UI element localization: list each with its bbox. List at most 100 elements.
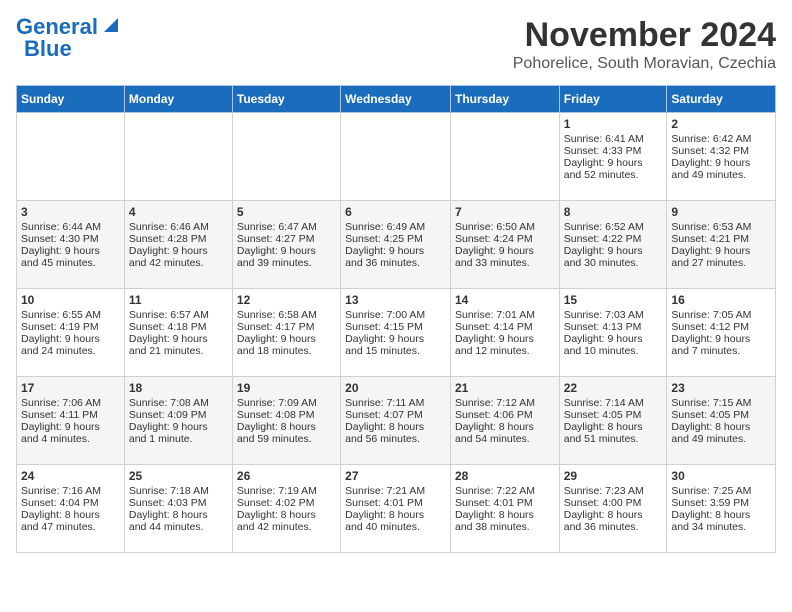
calendar-cell: 26Sunrise: 7:19 AMSunset: 4:02 PMDayligh…	[232, 465, 340, 553]
day-info: Sunrise: 7:08 AM	[129, 397, 228, 409]
calendar-body: 1Sunrise: 6:41 AMSunset: 4:33 PMDaylight…	[17, 113, 776, 553]
day-info: Sunrise: 7:06 AM	[21, 397, 120, 409]
day-number: 16	[671, 293, 771, 307]
calendar-cell: 20Sunrise: 7:11 AMSunset: 4:07 PMDayligh…	[341, 377, 451, 465]
day-info: and 30 minutes.	[564, 257, 663, 269]
day-info: Sunrise: 7:18 AM	[129, 485, 228, 497]
day-number: 14	[455, 293, 555, 307]
calendar-cell: 11Sunrise: 6:57 AMSunset: 4:18 PMDayligh…	[124, 289, 232, 377]
calendar-cell: 27Sunrise: 7:21 AMSunset: 4:01 PMDayligh…	[341, 465, 451, 553]
calendar-cell: 5Sunrise: 6:47 AMSunset: 4:27 PMDaylight…	[232, 201, 340, 289]
day-info: Daylight: 9 hours	[237, 333, 336, 345]
day-info: Sunset: 4:01 PM	[345, 497, 446, 509]
day-info: Daylight: 9 hours	[237, 245, 336, 257]
day-info: Sunrise: 6:55 AM	[21, 309, 120, 321]
day-info: Sunset: 4:21 PM	[671, 233, 771, 245]
day-number: 30	[671, 469, 771, 483]
day-info: Daylight: 9 hours	[564, 245, 663, 257]
day-info: and 15 minutes.	[345, 345, 446, 357]
day-info: and 40 minutes.	[345, 521, 446, 533]
day-info: and 12 minutes.	[455, 345, 555, 357]
day-info: Sunrise: 6:46 AM	[129, 221, 228, 233]
day-info: and 4 minutes.	[21, 433, 120, 445]
day-number: 1	[564, 117, 663, 131]
day-info: Daylight: 8 hours	[345, 509, 446, 521]
day-info: and 38 minutes.	[455, 521, 555, 533]
calendar-cell: 23Sunrise: 7:15 AMSunset: 4:05 PMDayligh…	[667, 377, 776, 465]
day-info: Daylight: 8 hours	[129, 509, 228, 521]
day-info: Daylight: 9 hours	[564, 333, 663, 345]
day-info: Sunset: 4:06 PM	[455, 409, 555, 421]
calendar-cell: 4Sunrise: 6:46 AMSunset: 4:28 PMDaylight…	[124, 201, 232, 289]
calendar-header-cell: Monday	[124, 86, 232, 113]
day-info: Sunrise: 6:53 AM	[671, 221, 771, 233]
day-number: 5	[237, 205, 336, 219]
day-info: Sunrise: 6:47 AM	[237, 221, 336, 233]
day-info: Daylight: 9 hours	[129, 333, 228, 345]
day-info: Sunset: 4:15 PM	[345, 321, 446, 333]
day-info: and 52 minutes.	[564, 169, 663, 181]
day-info: Sunset: 4:32 PM	[671, 145, 771, 157]
calendar-week-row: 17Sunrise: 7:06 AMSunset: 4:11 PMDayligh…	[17, 377, 776, 465]
day-info: Sunset: 4:25 PM	[345, 233, 446, 245]
calendar-header-row: SundayMondayTuesdayWednesdayThursdayFrid…	[17, 86, 776, 113]
day-info: Daylight: 9 hours	[455, 245, 555, 257]
day-info: Sunrise: 7:03 AM	[564, 309, 663, 321]
day-number: 28	[455, 469, 555, 483]
day-info: Sunrise: 7:05 AM	[671, 309, 771, 321]
day-info: Daylight: 9 hours	[345, 245, 446, 257]
day-number: 22	[564, 381, 663, 395]
calendar-cell: 15Sunrise: 7:03 AMSunset: 4:13 PMDayligh…	[559, 289, 667, 377]
day-number: 8	[564, 205, 663, 219]
day-number: 24	[21, 469, 120, 483]
calendar-cell: 24Sunrise: 7:16 AMSunset: 4:04 PMDayligh…	[17, 465, 125, 553]
day-info: Sunset: 4:01 PM	[455, 497, 555, 509]
day-info: Daylight: 8 hours	[671, 421, 771, 433]
day-number: 3	[21, 205, 120, 219]
day-info: Sunrise: 7:22 AM	[455, 485, 555, 497]
day-info: Daylight: 9 hours	[671, 333, 771, 345]
calendar-cell: 18Sunrise: 7:08 AMSunset: 4:09 PMDayligh…	[124, 377, 232, 465]
calendar-week-row: 3Sunrise: 6:44 AMSunset: 4:30 PMDaylight…	[17, 201, 776, 289]
day-info: Sunrise: 7:01 AM	[455, 309, 555, 321]
day-info: Daylight: 8 hours	[455, 421, 555, 433]
calendar-cell	[232, 113, 340, 201]
calendar-cell: 21Sunrise: 7:12 AMSunset: 4:06 PMDayligh…	[450, 377, 559, 465]
day-info: Sunset: 4:08 PM	[237, 409, 336, 421]
day-info: and 18 minutes.	[237, 345, 336, 357]
day-info: Sunrise: 7:14 AM	[564, 397, 663, 409]
day-info: and 56 minutes.	[345, 433, 446, 445]
day-info: Sunrise: 7:15 AM	[671, 397, 771, 409]
day-info: and 21 minutes.	[129, 345, 228, 357]
day-info: and 51 minutes.	[564, 433, 663, 445]
day-info: Sunrise: 6:44 AM	[21, 221, 120, 233]
day-info: Daylight: 9 hours	[564, 157, 663, 169]
day-info: and 7 minutes.	[671, 345, 771, 357]
day-number: 6	[345, 205, 446, 219]
day-info: and 49 minutes.	[671, 433, 771, 445]
day-number: 29	[564, 469, 663, 483]
day-info: Sunset: 4:18 PM	[129, 321, 228, 333]
day-number: 13	[345, 293, 446, 307]
day-info: Sunset: 4:19 PM	[21, 321, 120, 333]
day-number: 21	[455, 381, 555, 395]
day-number: 26	[237, 469, 336, 483]
calendar-cell: 17Sunrise: 7:06 AMSunset: 4:11 PMDayligh…	[17, 377, 125, 465]
calendar-cell: 7Sunrise: 6:50 AMSunset: 4:24 PMDaylight…	[450, 201, 559, 289]
day-number: 20	[345, 381, 446, 395]
day-info: Sunrise: 7:16 AM	[21, 485, 120, 497]
calendar-cell	[450, 113, 559, 201]
day-info: Sunrise: 7:25 AM	[671, 485, 771, 497]
calendar-cell: 14Sunrise: 7:01 AMSunset: 4:14 PMDayligh…	[450, 289, 559, 377]
day-info: Sunrise: 6:49 AM	[345, 221, 446, 233]
title-area: November 2024 Pohorelice, South Moravian…	[513, 16, 776, 73]
day-info: Sunrise: 7:21 AM	[345, 485, 446, 497]
day-number: 15	[564, 293, 663, 307]
day-info: Sunrise: 6:41 AM	[564, 133, 663, 145]
day-info: and 45 minutes.	[21, 257, 120, 269]
day-number: 2	[671, 117, 771, 131]
day-number: 11	[129, 293, 228, 307]
location-title: Pohorelice, South Moravian, Czechia	[513, 55, 776, 73]
day-info: Daylight: 9 hours	[129, 245, 228, 257]
calendar-cell	[341, 113, 451, 201]
